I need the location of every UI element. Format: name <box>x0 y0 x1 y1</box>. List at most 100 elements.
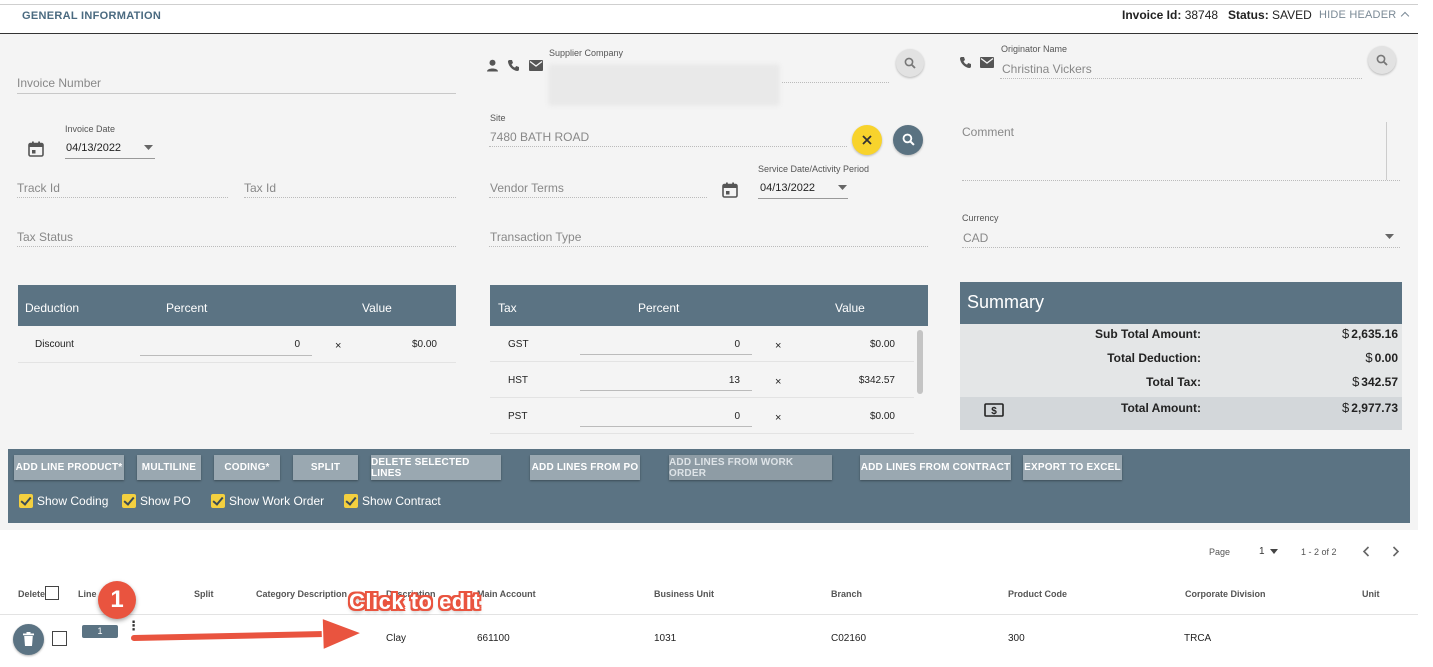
add-lines-from-contract-button[interactable]: ADD LINES FROM CONTRACT <box>860 455 1011 480</box>
track-id-field[interactable]: Track Id <box>17 181 60 195</box>
trash-icon <box>23 632 34 646</box>
phone-icon[interactable] <box>959 56 972 69</box>
transaction-type-field[interactable]: Transaction Type <box>490 230 581 244</box>
tax-status-underline <box>17 246 456 247</box>
email-icon[interactable] <box>529 60 543 71</box>
calendar-icon[interactable] <box>28 141 44 157</box>
dropdown-arrow-icon[interactable] <box>144 145 153 150</box>
invoice-id: Invoice Id: 38748 <box>1122 8 1219 22</box>
show-work-order-checkbox[interactable]: Show Work Order <box>211 494 324 508</box>
hide-header-button[interactable]: HIDE HEADER <box>1319 9 1410 21</box>
track-id-underline <box>17 197 228 198</box>
invoice-date-value[interactable]: 04/13/2022 <box>66 142 121 154</box>
tax-clear-icon[interactable]: × <box>775 412 781 424</box>
callout-text: Click to edit <box>349 589 481 614</box>
tax-row-hst: HST 13 × $342.57 <box>490 362 914 398</box>
tax-id-underline <box>244 197 456 198</box>
email-icon[interactable] <box>980 57 994 68</box>
search-icon <box>1376 54 1388 66</box>
section-title: GENERAL INFORMATION <box>22 10 162 22</box>
tax-percent-input[interactable]: 0 <box>650 339 740 350</box>
dropdown-arrow-icon[interactable] <box>838 185 847 190</box>
arrow-icon <box>131 617 363 651</box>
total-amount-value: $2,977.73 <box>1290 400 1398 415</box>
comment-scrollbar[interactable] <box>1386 122 1387 180</box>
vendor-terms-field[interactable]: Vendor Terms <box>490 181 564 195</box>
row-description: Clay <box>386 633 407 644</box>
transaction-type-underline <box>489 246 928 247</box>
phone-icon[interactable] <box>507 59 520 72</box>
person-icon[interactable] <box>486 59 499 72</box>
chevron-right-icon[interactable] <box>1392 546 1400 557</box>
service-date-label: Service Date/Activity Period <box>758 164 870 174</box>
deduction-table-header: Deduction Percent Value <box>18 285 456 326</box>
multiline-button[interactable]: MULTILINE <box>137 455 201 480</box>
delete-row-button[interactable] <box>13 624 44 655</box>
dropdown-arrow-icon[interactable] <box>1270 549 1278 554</box>
total-deduction-amount: 0.00 <box>1374 351 1398 365</box>
delete-selected-lines-button[interactable]: DELETE SELECTED LINES <box>371 455 501 480</box>
tax-row-pst: PST 0 × $0.00 <box>490 398 914 434</box>
currency-value[interactable]: CAD <box>963 231 988 245</box>
tax-clear-icon[interactable]: × <box>775 376 781 388</box>
checkbox-checked-icon <box>122 494 136 508</box>
originator-name-label: Originator Name <box>1001 44 1068 54</box>
grid-header: Delete Line Split Category Description D… <box>0 575 1418 615</box>
deduction-percent-input[interactable]: 0 <box>218 339 300 350</box>
tax-percent-input[interactable]: 13 <box>650 375 740 386</box>
tax-row-name: GST <box>508 339 529 350</box>
originator-name-value[interactable]: Christina Vickers <box>1002 62 1092 76</box>
row-select-checkbox[interactable] <box>52 631 67 646</box>
tax-clear-icon[interactable]: × <box>775 340 781 352</box>
row-branch: C02160 <box>831 633 867 644</box>
summary-body: Sub Total Amount: $2,635.16 Total Deduct… <box>960 324 1402 430</box>
invoice-number-field[interactable]: Invoice Number <box>17 76 101 90</box>
add-line-product-button[interactable]: ADD LINE PRODUCT* <box>14 455 124 480</box>
tax-percent-input[interactable]: 0 <box>650 411 740 422</box>
calendar-icon[interactable] <box>722 182 738 198</box>
select-all-checkbox[interactable] <box>45 586 59 600</box>
tax-id-field[interactable]: Tax Id <box>244 181 276 195</box>
currency-symbol: $ <box>1342 326 1350 341</box>
show-coding-checkbox[interactable]: Show Coding <box>19 494 108 508</box>
export-to-excel-button[interactable]: EXPORT TO EXCEL <box>1023 455 1122 480</box>
page-label: Page <box>1209 547 1231 557</box>
chevron-left-icon[interactable] <box>1362 546 1370 557</box>
tax-percent-underline <box>580 354 752 355</box>
tax-row-value: $0.00 <box>869 411 895 422</box>
line-number-button[interactable]: 1 <box>82 625 118 638</box>
tax-table-body[interactable]: GST 0 × $0.00 HST 13 × $342.57 PST 0 × $… <box>490 326 928 438</box>
dropdown-arrow-icon[interactable] <box>1385 234 1394 239</box>
tax-row-value: $0.00 <box>869 339 895 350</box>
split-button[interactable]: SPLIT <box>293 455 358 480</box>
summary-title: Summary <box>967 292 1045 312</box>
grid-header-main-account: Main Account <box>477 589 536 599</box>
total-deduction-value: $0.00 <box>1290 350 1398 365</box>
tax-table-scrollbar[interactable] <box>917 330 923 394</box>
add-lines-from-work-order-button[interactable]: ADD LINES FROM WORK ORDER <box>669 455 832 480</box>
checkbox-checked-icon <box>344 494 358 508</box>
grid-header-unit: Unit <box>1362 589 1380 599</box>
grid-header-line: Line <box>78 589 97 599</box>
add-lines-from-po-button[interactable]: ADD LINES FROM PO <box>530 455 640 480</box>
clear-site-button[interactable] <box>852 125 882 155</box>
vendor-terms-underline <box>489 197 707 198</box>
show-contract-checkbox[interactable]: Show Contract <box>344 494 441 508</box>
currency-symbol: $ <box>1365 350 1373 365</box>
supplier-search-button[interactable] <box>896 49 924 77</box>
tax-status-field[interactable]: Tax Status <box>17 230 73 244</box>
originator-search-button[interactable] <box>1368 46 1396 74</box>
deduction-clear-icon[interactable]: × <box>335 340 341 352</box>
tax-percent-underline <box>580 426 752 427</box>
site-value[interactable]: 7480 BATH ROAD <box>490 130 589 144</box>
tax-table-header: Tax Percent Value <box>490 285 928 326</box>
comment-field[interactable]: Comment <box>962 125 1014 139</box>
show-po-label: Show PO <box>140 494 191 508</box>
supplier-company-redacted[interactable] <box>548 64 780 106</box>
show-po-checkbox[interactable]: Show PO <box>122 494 191 508</box>
page-select[interactable]: 1 <box>1259 546 1265 557</box>
site-search-button[interactable] <box>893 125 923 155</box>
service-date-value[interactable]: 04/13/2022 <box>760 182 815 194</box>
total-amount-label: Total Amount: <box>1121 401 1201 415</box>
coding-button[interactable]: CODING* <box>214 455 280 480</box>
